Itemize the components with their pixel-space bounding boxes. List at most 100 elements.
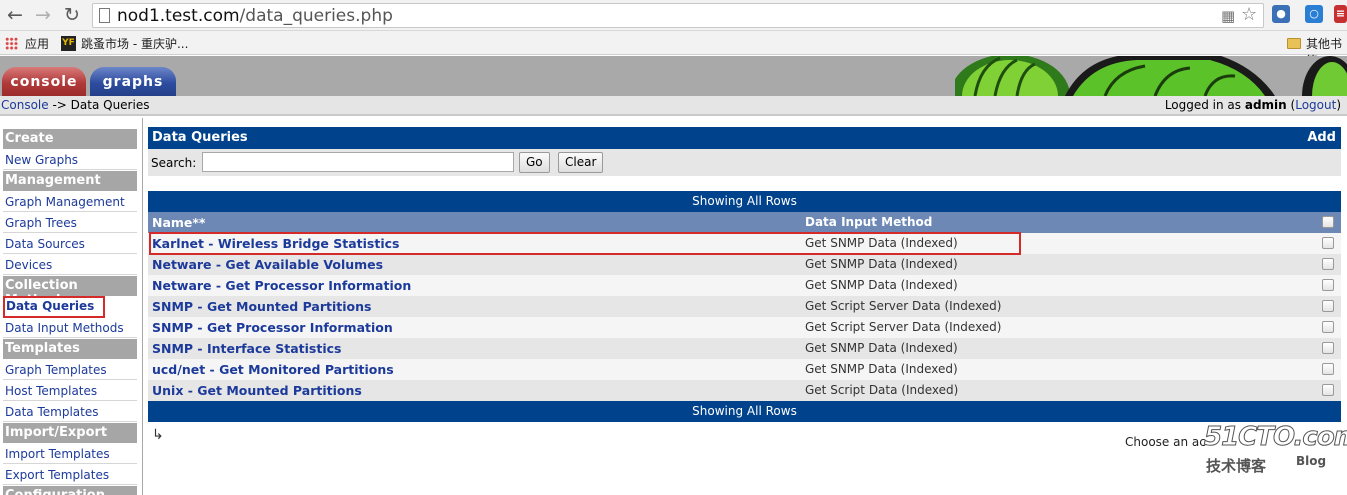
page-icon (99, 8, 110, 23)
query-method: Get Script Server Data (Indexed) (805, 320, 1002, 334)
page-title: Data Queries Add (148, 127, 1341, 149)
cactus-logo (955, 56, 1347, 96)
table-row: Netware - Get Available Volumes Get SNMP… (148, 254, 1341, 275)
search-label: Search: (151, 156, 197, 170)
logout-link[interactable]: Logout (1295, 98, 1336, 112)
query-method: Get Script Data (Indexed) (805, 383, 959, 397)
query-name-link[interactable]: SNMP - Interface Statistics (152, 341, 341, 356)
clear-button[interactable]: Clear (558, 152, 604, 173)
query-method: Get SNMP Data (Indexed) (805, 278, 958, 292)
select-arrow-icon: ↳ (152, 427, 164, 443)
column-header-method: Data Input Method (805, 215, 933, 229)
address-bar[interactable]: nod1.test.com/data_queries.php ▦ ☆ (92, 3, 1264, 28)
bookmark-site[interactable]: 跳蚤市场 - 重庆驴... (81, 35, 188, 52)
query-name-link[interactable]: Karlnet - Wireless Bridge Statistics (152, 236, 399, 251)
back-icon[interactable]: ← (4, 4, 26, 26)
filter-panel: Data Queries Add Search: Go Clear (148, 127, 1341, 176)
watermark-blog: Blog (1296, 454, 1327, 468)
query-name-link[interactable]: ucd/net - Get Monitored Partitions (152, 362, 394, 377)
watermark: 51CTO.com 技术博客 Blog (1202, 420, 1347, 480)
watermark-cn: 技术博客 (1206, 457, 1267, 475)
breadcrumb-path: Console -> Data Queries (1, 98, 150, 112)
row-checkbox[interactable] (1322, 237, 1334, 249)
extension-icon[interactable]: ● (1272, 5, 1290, 23)
bookmark-apps[interactable]: 应用 (25, 35, 49, 52)
query-method: Get SNMP Data (Indexed) (805, 362, 958, 376)
sidebar-item-devices[interactable]: Devices (3, 255, 137, 275)
showing-rows-footer: Showing All Rows (148, 401, 1341, 422)
tab-graphs[interactable]: graphs (90, 67, 176, 96)
select-all-checkbox[interactable] (1322, 216, 1334, 228)
sidebar-item-graph-management[interactable]: Graph Management (3, 192, 137, 212)
table-row: Netware - Get Processor Information Get … (148, 275, 1341, 296)
browser-toolbar: ← → ↻ nod1.test.com/data_queries.php ▦ ☆… (0, 0, 1347, 31)
query-method: Get Script Server Data (Indexed) (805, 299, 1002, 313)
query-method: Get SNMP Data (Indexed) (805, 236, 958, 250)
sidebar-item-import-templates[interactable]: Import Templates (3, 444, 137, 464)
query-name-link[interactable]: Netware - Get Processor Information (152, 278, 411, 293)
showing-rows-header: Showing All Rows (148, 191, 1341, 212)
sidebar-item-data-input-methods[interactable]: Data Input Methods (3, 318, 137, 338)
search-row: Search: Go Clear (148, 149, 1341, 176)
table-row: SNMP - Get Mounted Partitions Get Script… (148, 296, 1341, 317)
query-name-link[interactable]: Unix - Get Mounted Partitions (152, 383, 362, 398)
column-header-name[interactable]: Name** (152, 215, 205, 230)
login-status: Logged in as admin (Logout) (1164, 98, 1341, 112)
bookmarks-bar: 应用 YF 跳蚤市场 - 重庆驴... 其他书签 (0, 31, 1347, 68)
row-checkbox[interactable] (1322, 279, 1334, 291)
row-checkbox[interactable] (1322, 321, 1334, 333)
query-name-link[interactable]: SNMP - Get Mounted Partitions (152, 299, 371, 314)
query-method: Get SNMP Data (Indexed) (805, 341, 958, 355)
go-button[interactable]: Go (519, 152, 550, 173)
watermark-logo: 51CTO.com (1204, 422, 1347, 453)
bookmark-star-icon[interactable]: ☆ (1241, 4, 1257, 25)
table-row: Unix - Get Mounted Partitions Get Script… (148, 380, 1341, 401)
reload-icon[interactable]: ↻ (61, 4, 83, 26)
cacti-header: console graphs (0, 56, 1347, 96)
breadcrumb-console-link[interactable]: Console (1, 98, 49, 112)
sidebar-item-host-templates[interactable]: Host Templates (3, 381, 137, 401)
query-name-link[interactable]: Netware - Get Available Volumes (152, 257, 383, 272)
sidebar-item-graph-templates[interactable]: Graph Templates (3, 360, 137, 380)
table-row: SNMP - Interface Statistics Get SNMP Dat… (148, 338, 1341, 359)
row-checkbox[interactable] (1322, 300, 1334, 312)
table-row: ucd/net - Get Monitored Partitions Get S… (148, 359, 1341, 380)
table-row: Karlnet - Wireless Bridge Statistics Get… (148, 233, 1341, 254)
table-row: SNMP - Get Processor Information Get Scr… (148, 317, 1341, 338)
column-header-row: Name** Data Input Method (148, 212, 1341, 233)
menu-head-management: Management (3, 171, 137, 191)
sidebar-item-new-graphs[interactable]: New Graphs (3, 150, 137, 170)
menu-head-collection-methods: Collection Methods (3, 276, 137, 308)
menu-head-templates: Templates (3, 339, 137, 359)
menu-icon[interactable]: ≡ (1334, 5, 1347, 23)
row-checkbox[interactable] (1322, 258, 1334, 270)
query-name-link[interactable]: SNMP - Get Processor Information (152, 320, 393, 335)
sidebar-item-graph-trees[interactable]: Graph Trees (3, 213, 137, 233)
translate-icon[interactable]: ▦ (1221, 7, 1235, 25)
url-text[interactable]: nod1.test.com/data_queries.php (117, 6, 393, 26)
data-queries-table: Showing All Rows Name** Data Input Metho… (148, 191, 1341, 422)
add-button[interactable]: Add (1307, 130, 1336, 145)
row-checkbox[interactable] (1322, 363, 1334, 375)
row-checkbox[interactable] (1322, 384, 1334, 396)
folder-icon (1287, 38, 1301, 49)
bookmark-favicon: YF (61, 36, 76, 51)
choose-action-label: Choose an ac (1125, 435, 1206, 449)
sidebar-item-data-templates[interactable]: Data Templates (3, 402, 137, 422)
extension-icon[interactable]: ○ (1305, 5, 1323, 23)
tab-console[interactable]: console (2, 67, 86, 96)
row-checkbox[interactable] (1322, 342, 1334, 354)
sidebar-item-export-templates[interactable]: Export Templates (3, 465, 137, 485)
breadcrumb: Console -> Data Queries Logged in as adm… (0, 96, 1347, 116)
search-input[interactable] (202, 152, 514, 172)
menu-head-create: Create (3, 129, 137, 149)
sidebar-menu: Create New Graphs Management Graph Manag… (0, 118, 143, 495)
menu-head-import-export: Import/Export (3, 423, 137, 443)
sidebar-item-data-sources[interactable]: Data Sources (3, 234, 137, 254)
login-user: admin (1244, 98, 1287, 112)
menu-head-configuration: Configuration (3, 486, 137, 495)
sidebar-item-data-queries[interactable]: Data Queries (3, 296, 105, 318)
forward-icon[interactable]: → (32, 4, 54, 26)
query-method: Get SNMP Data (Indexed) (805, 257, 958, 271)
apps-icon[interactable] (5, 37, 18, 50)
